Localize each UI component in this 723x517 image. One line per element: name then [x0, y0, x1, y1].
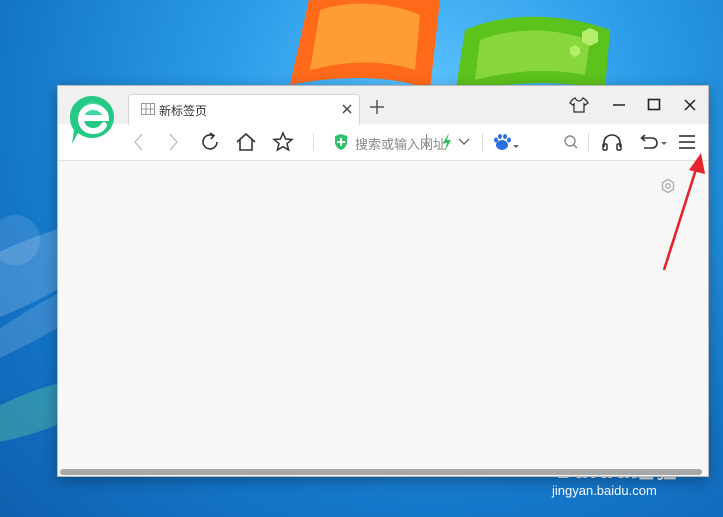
- tab-grid-icon: [141, 103, 155, 115]
- refresh-icon[interactable]: [198, 130, 222, 154]
- lightning-speed-icon[interactable]: [440, 130, 454, 154]
- back-icon[interactable]: [130, 130, 148, 154]
- forward-icon[interactable]: [164, 130, 182, 154]
- toolbar-divider: [588, 133, 589, 151]
- page-content[interactable]: [58, 162, 708, 470]
- favorite-star-icon[interactable]: [271, 130, 295, 154]
- new-tab-plus-icon[interactable]: [368, 98, 386, 116]
- maximize-icon[interactable]: [643, 94, 665, 116]
- chevron-down-icon[interactable]: [457, 130, 471, 154]
- minimize-icon[interactable]: [608, 94, 630, 116]
- baidu-search-engine-icon[interactable]: [491, 130, 521, 154]
- search-icon[interactable]: [561, 130, 581, 154]
- tab-new-tab-page[interactable]: 新标签页: [128, 94, 360, 125]
- address-bar[interactable]: 搜索或输入网址: [355, 134, 446, 153]
- toolbar-divider: [482, 133, 483, 151]
- watermark-url: jingyan.baidu.com: [552, 483, 657, 498]
- horizontal-scrollbar[interactable]: [60, 469, 702, 475]
- toolbar-divider: [313, 133, 314, 151]
- close-tab-icon[interactable]: [339, 101, 355, 117]
- skin-shirt-icon[interactable]: [568, 94, 590, 116]
- close-window-icon[interactable]: [679, 94, 701, 116]
- annotation-arrow: [662, 153, 705, 271]
- text-cursor: [426, 134, 427, 150]
- headphones-icon[interactable]: [600, 130, 624, 154]
- security-shield-icon[interactable]: [332, 130, 350, 154]
- tab-title: 新标签页: [159, 104, 208, 118]
- home-icon[interactable]: [234, 130, 258, 154]
- browser-window: 新标签页 搜索或输入网址: [57, 85, 709, 477]
- browser-logo-icon[interactable]: [68, 94, 116, 146]
